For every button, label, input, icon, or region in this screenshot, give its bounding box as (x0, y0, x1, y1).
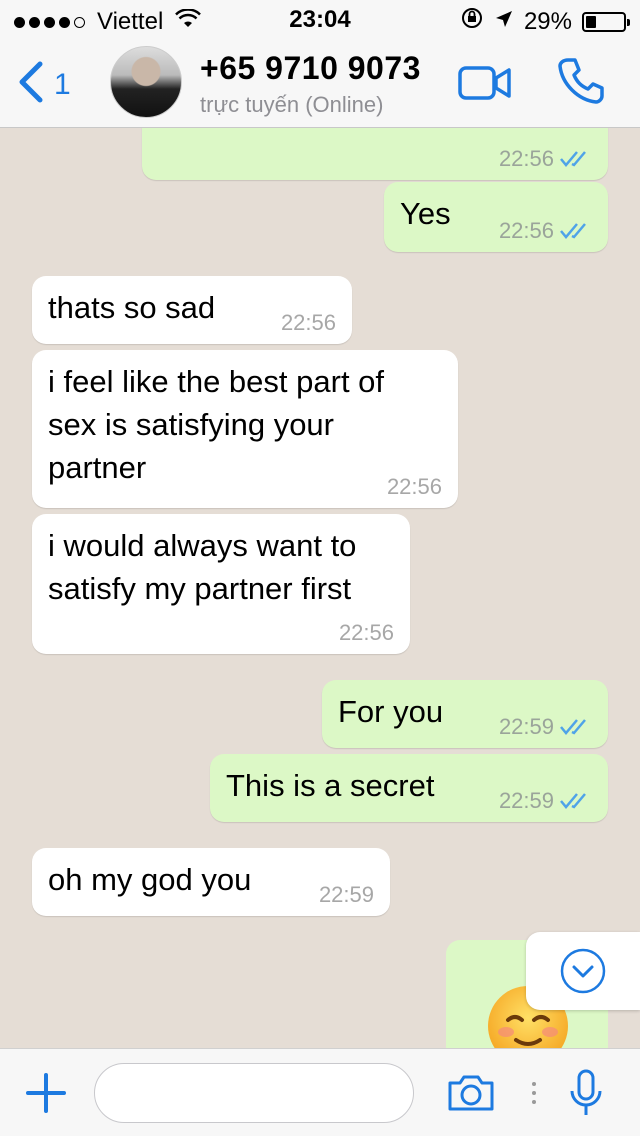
message-bubble-outgoing[interactable]: Yes 22:56 (384, 182, 608, 252)
double-check-icon (560, 719, 586, 735)
message-time: 22:56 (498, 218, 554, 243)
message-meta: 22:59 (319, 882, 374, 908)
message-line: sex is satisfying your (48, 407, 334, 442)
message-bubble-incoming[interactable]: i would always want to satisfy my partne… (32, 514, 410, 654)
chat-area[interactable]: om 22:56 Yes 22:56 thats so sad 22:56 i … (0, 128, 640, 1048)
message-text: For you (338, 694, 444, 729)
double-check-icon (560, 223, 586, 239)
battery-percent: 29% (523, 7, 572, 35)
double-check-icon (560, 793, 586, 809)
message-text: This is a secret (226, 768, 435, 803)
message-bubble-outgoing[interactable]: This is a secret 22:59 (210, 754, 608, 822)
message-input[interactable] (94, 1063, 414, 1123)
message-bubble-incoming[interactable]: oh my god you 22:59 (32, 848, 390, 916)
message-time: 22:59 (498, 714, 554, 739)
message-text: thats so sad (48, 290, 216, 325)
message-line: i feel like the best part of (48, 364, 385, 399)
message-text: i feel like the best part of sex is sati… (48, 360, 384, 489)
message-time: 22:56 (498, 146, 554, 171)
double-check-icon (560, 151, 586, 167)
message-time: 22:56 (386, 474, 442, 499)
scroll-to-bottom-button[interactable] (526, 932, 640, 1010)
contact-status: trực tuyến (Online) (200, 92, 384, 117)
message-meta: 22:56 (499, 146, 592, 172)
status-bar: Viettel 23:04 29% (0, 0, 640, 40)
message-time: 22:59 (318, 882, 374, 907)
avatar[interactable] (110, 46, 182, 118)
message-meta: 22:56 (339, 620, 394, 646)
lock-rotation-icon (460, 6, 484, 37)
message-time: 22:56 (280, 310, 336, 335)
camera-icon (448, 1075, 494, 1111)
unread-count: 1 (54, 67, 71, 101)
contact-name[interactable]: +65 9710 9073 (200, 50, 421, 87)
chat-header: 1 +65 9710 9073 trực tuyến (Online) (0, 40, 640, 128)
message-bubble-incoming[interactable]: i feel like the best part of sex is sati… (32, 350, 458, 508)
battery-icon (582, 11, 630, 32)
message-meta: 22:59 (499, 714, 592, 740)
message-line: partner (48, 450, 147, 485)
message-bubble-incoming[interactable]: thats so sad 22:56 (32, 276, 352, 344)
plus-icon (26, 1073, 66, 1113)
location-icon (494, 8, 514, 36)
scroll-down-icon (560, 948, 606, 994)
mic-icon (570, 1069, 602, 1115)
camera-button[interactable] (446, 1073, 496, 1118)
message-line: satisfy my partner first (48, 571, 352, 606)
voice-message-button[interactable] (568, 1069, 604, 1124)
message-time: 22:56 (338, 620, 394, 645)
message-text: oh my god you (48, 862, 252, 897)
more-options-icon (530, 1081, 538, 1110)
video-call-button[interactable] (458, 66, 512, 105)
message-meta: 22:59 (499, 788, 592, 814)
back-button[interactable]: 1 (16, 60, 71, 109)
message-bubble-outgoing[interactable]: 22:56 (142, 128, 608, 180)
video-call-icon (458, 66, 512, 104)
message-line: i would always want to (48, 528, 357, 563)
message-input-bar (0, 1048, 640, 1136)
message-bubble-outgoing[interactable]: For you 22:59 (322, 680, 608, 748)
message-meta: 22:56 (387, 474, 442, 500)
message-meta: 22:56 (499, 218, 592, 244)
voice-call-button[interactable] (556, 56, 606, 111)
message-text: i would always want to satisfy my partne… (48, 524, 356, 610)
attach-button[interactable] (24, 1071, 68, 1120)
message-time: 22:59 (498, 788, 554, 813)
back-chevron-icon (16, 60, 44, 109)
message-text: Yes (400, 196, 451, 231)
phone-icon (556, 58, 606, 110)
message-meta: 22:56 (281, 310, 336, 336)
